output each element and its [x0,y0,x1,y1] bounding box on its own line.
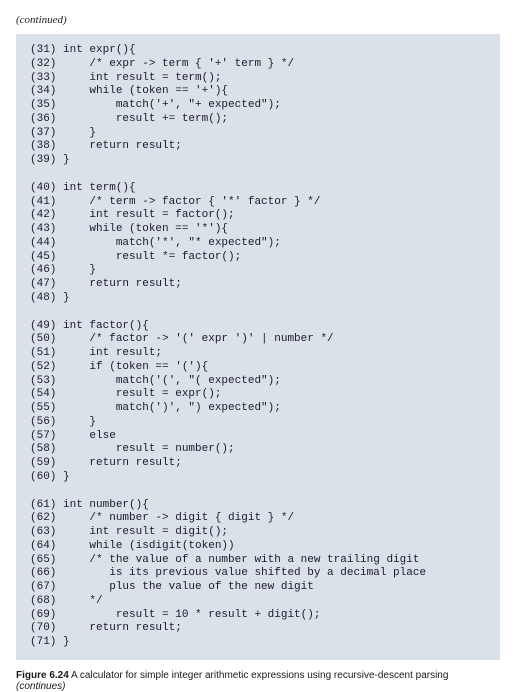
line-number: (54) [30,388,56,400]
code-line: (45) result *= factor(); [30,251,486,265]
line-number: (58) [30,443,56,455]
code-line: (50) /* factor -> '(' expr ')' | number … [30,333,486,347]
line-number: (49) [30,320,56,332]
continued-label: (continued) [16,14,500,26]
code-line: (35) match('+', "+ expected"); [30,99,486,113]
line-number: (60) [30,471,56,483]
code-blank-line [30,306,486,320]
code-listing: (31) int expr(){(32) /* expr -> term { '… [16,34,500,660]
line-number: (67) [30,581,56,593]
line-number: (62) [30,512,56,524]
code-line: (52) if (token == '('){ [30,361,486,375]
line-number: (59) [30,457,56,469]
code-line: (38) return result; [30,140,486,154]
code-line: (68) */ [30,595,486,609]
code-line: (40) int term(){ [30,182,486,196]
line-number: (48) [30,292,56,304]
code-line: (59) return result; [30,457,486,471]
line-number: (41) [30,196,56,208]
caption-continues: (continues) [16,681,65,692]
line-number: (52) [30,361,56,373]
line-number: (33) [30,72,56,84]
line-number: (44) [30,237,56,249]
line-number: (46) [30,264,56,276]
code-line: (44) match('*', "* expected"); [30,237,486,251]
code-line: (42) int result = factor(); [30,209,486,223]
line-number: (70) [30,622,56,634]
code-line: (43) while (token == '*'){ [30,223,486,237]
code-line: (57) else [30,430,486,444]
code-line: (51) int result; [30,347,486,361]
code-line: (61) int number(){ [30,499,486,513]
code-line: (66) is its previous value shifted by a … [30,567,486,581]
line-number: (61) [30,499,56,511]
line-number: (40) [30,182,56,194]
line-number: (63) [30,526,56,538]
code-line: (69) result = 10 * result + digit(); [30,609,486,623]
line-number: (71) [30,636,56,648]
line-number: (42) [30,209,56,221]
code-line: (71) } [30,636,486,650]
line-number: (37) [30,127,56,139]
code-line: (36) result += term(); [30,113,486,127]
code-line: (60) } [30,471,486,485]
line-number: (50) [30,333,56,345]
code-blank-line [30,485,486,499]
line-number: (32) [30,58,56,70]
code-line: (41) /* term -> factor { '*' factor } */ [30,196,486,210]
code-line: (55) match(')', ") expected"); [30,402,486,416]
line-number: (36) [30,113,56,125]
code-line: (34) while (token == '+'){ [30,85,486,99]
line-number: (64) [30,540,56,552]
code-line: (56) } [30,416,486,430]
code-line: (67) plus the value of the new digit [30,581,486,595]
code-line: (49) int factor(){ [30,320,486,334]
line-number: (66) [30,567,56,579]
code-line: (32) /* expr -> term { '+' term } */ [30,58,486,72]
line-number: (51) [30,347,56,359]
line-number: (56) [30,416,56,428]
line-number: (34) [30,85,56,97]
code-line: (62) /* number -> digit { digit } */ [30,512,486,526]
line-number: (53) [30,375,56,387]
line-number: (38) [30,140,56,152]
line-number: (57) [30,430,56,442]
line-number: (69) [30,609,56,621]
line-number: (39) [30,154,56,166]
code-line: (37) } [30,127,486,141]
code-line: (31) int expr(){ [30,44,486,58]
code-line: (65) /* the value of a number with a new… [30,554,486,568]
line-number: (68) [30,595,56,607]
line-number: (47) [30,278,56,290]
code-line: (58) result = number(); [30,443,486,457]
code-blank-line [30,168,486,182]
code-line: (33) int result = term(); [30,72,486,86]
code-line: (39) } [30,154,486,168]
code-line: (53) match('(', "( expected"); [30,375,486,389]
line-number: (35) [30,99,56,111]
code-line: (64) while (isdigit(token)) [30,540,486,554]
code-line: (47) return result; [30,278,486,292]
line-number: (55) [30,402,56,414]
code-line: (48) } [30,292,486,306]
line-number: (65) [30,554,56,566]
figure-caption: Figure 6.24 A calculator for simple inte… [16,670,500,692]
line-number: (31) [30,44,56,56]
figure-number: Figure 6.24 [16,670,69,681]
code-line: (63) int result = digit(); [30,526,486,540]
code-line: (70) return result; [30,622,486,636]
line-number: (45) [30,251,56,263]
caption-text: A calculator for simple integer arithmet… [69,670,449,681]
code-line: (54) result = expr(); [30,388,486,402]
line-number: (43) [30,223,56,235]
code-line: (46) } [30,264,486,278]
